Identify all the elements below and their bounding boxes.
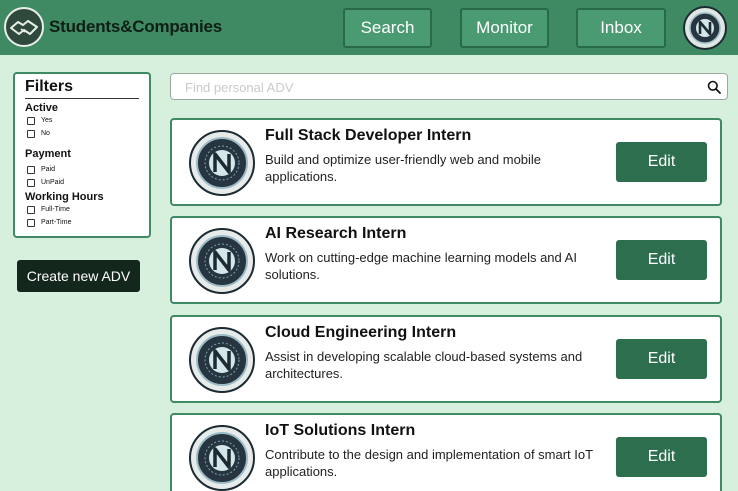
filter-option-part-time[interactable]: Part-Time [27,216,139,229]
card-title: AI Research Intern [265,225,407,242]
filter-option-label: No [41,130,50,137]
search-nav-button[interactable]: Search [343,8,432,48]
filter-option-label: Paid [41,166,56,173]
handshake-logo-icon[interactable] [4,7,44,47]
card-title: Cloud Engineering Intern [265,324,457,341]
card-title: Full Stack Developer Intern [265,127,472,144]
adv-card: AI Research Intern Work on cutting-edge … [170,216,722,304]
create-new-adv-button[interactable]: Create new ADV [17,260,140,292]
search-icon[interactable] [707,80,721,94]
checkbox[interactable] [27,165,35,174]
filter-option-label: UnPaid [41,179,64,186]
filter-option-no[interactable]: No [27,127,139,140]
filter-option-label: Full-Time [41,206,70,213]
filter-option-paid[interactable]: Paid [27,163,139,176]
checkbox[interactable] [27,116,35,125]
adv-card: Cloud Engineering Intern Assist in devel… [170,315,722,403]
card-description: Work on cutting-edge machine learning mo… [265,250,577,282]
top-bar: Students&Companies Search Monitor Inbox [0,0,738,55]
inbox-nav-button[interactable]: Inbox [576,8,666,48]
filter-option-label: Yes [41,117,53,124]
edit-button[interactable]: Edit [616,240,707,280]
filter-option-yes[interactable]: Yes [27,114,139,127]
app-title: Students&Companies [49,17,223,36]
adv-card: IoT Solutions Intern Contribute to the d… [170,413,722,491]
card-description: Assist in developing scalable cloud-base… [265,349,583,381]
checkbox[interactable] [27,129,35,138]
card-title: IoT Solutions Intern [265,422,416,439]
avatar[interactable] [683,6,727,50]
company-emblem-icon [689,12,721,44]
edit-button[interactable]: Edit [616,437,707,477]
filter-group-active-title: Active [25,102,59,114]
edit-button[interactable]: Edit [616,339,707,379]
checkbox[interactable] [27,218,35,227]
checkbox[interactable] [27,205,35,214]
filter-group-payment-title: Payment [25,148,71,160]
filter-group-working-hours-title: Working Hours [25,191,104,203]
checkbox[interactable] [27,178,35,187]
card-description: Contribute to the design and implementat… [265,447,593,479]
filters-panel: Filters Active Yes No Payment Paid UnPai… [13,72,151,238]
company-logo-icon [189,425,255,491]
company-logo-icon [189,228,255,294]
card-description: Build and optimize user-friendly web and… [265,152,542,184]
filter-option-label: Part-Time [41,219,72,226]
search-bar [170,73,728,100]
filters-title: Filters [25,78,139,99]
edit-button[interactable]: Edit [616,142,707,182]
filter-option-full-time[interactable]: Full-Time [27,203,139,216]
filter-option-unpaid[interactable]: UnPaid [27,176,139,189]
monitor-nav-button[interactable]: Monitor [460,8,549,48]
adv-card: Full Stack Developer Intern Build and op… [170,118,722,206]
search-input[interactable] [185,78,685,96]
company-logo-icon [189,130,255,196]
company-logo-icon [189,327,255,393]
